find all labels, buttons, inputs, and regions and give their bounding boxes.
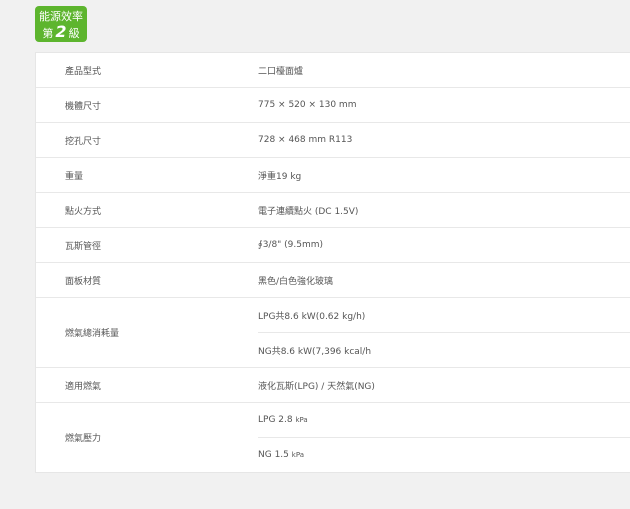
- spec-table: 產品型式 二口檯面爐 機體尺寸 775 × 520 × 130 mm 挖孔尺寸 …: [36, 53, 630, 472]
- pressure-ng-value: NG 1.5: [258, 450, 289, 460]
- spec-value-model: 二口檯面爐: [258, 53, 630, 88]
- table-row: 重量 淨重19 kg: [36, 157, 630, 193]
- spec-table-card: 產品型式 二口檯面爐 機體尺寸 775 × 520 × 130 mm 挖孔尺寸 …: [35, 52, 630, 473]
- spec-value-size: 775 × 520 × 130 mm: [258, 87, 630, 123]
- spec-label-panel: 面板材質: [36, 262, 258, 298]
- table-row: 機體尺寸 775 × 520 × 130 mm: [36, 87, 630, 123]
- spec-value-ignition: 電子連續點火 (DC 1.5V): [258, 192, 630, 228]
- spec-label-size: 機體尺寸: [36, 87, 258, 123]
- pressure-lpg-unit: kPa: [295, 416, 308, 424]
- table-row: 燃氣總消耗量 LPG共8.6 kW(0.62 kg/h): [36, 297, 630, 368]
- spec-value-consumption-lpg: LPG共8.6 kW(0.62 kg/h): [258, 297, 630, 333]
- spec-label-ignition: 點火方式: [36, 192, 258, 228]
- spec-value-consumption-ng: NG共8.6 kW(7,396 kcal/h: [258, 332, 630, 368]
- spec-value-pipe: ∮3/8" (9.5mm): [258, 227, 630, 263]
- spec-label-consumption: 燃氣總消耗量: [36, 297, 258, 368]
- spec-label-fuel: 適用燃氣: [36, 367, 258, 403]
- table-row: 面板材質 黑色/白色強化玻璃: [36, 262, 630, 298]
- spec-value-pressure-lpg: LPG 2.8 kPa: [258, 402, 630, 438]
- level-suffix: 級: [68, 27, 80, 40]
- spec-label-pipe: 瓦斯管徑: [36, 227, 258, 263]
- spec-label-model: 產品型式: [36, 53, 258, 88]
- spec-value-cutout: 728 × 468 mm R113: [258, 122, 630, 158]
- spec-label-weight: 重量: [36, 157, 258, 193]
- pressure-lpg-value: LPG 2.8: [258, 415, 293, 425]
- spec-value-fuel: 液化瓦斯(LPG) / 天然氣(NG): [258, 367, 630, 403]
- spec-label-cutout: 挖孔尺寸: [36, 122, 258, 158]
- table-row: 燃氣壓力 LPG 2.8 kPa: [36, 402, 630, 444]
- level-number: 2: [55, 22, 67, 41]
- table-row: 點火方式 電子連續點火 (DC 1.5V): [36, 192, 630, 228]
- spec-label-pressure: 燃氣壓力: [65, 434, 102, 444]
- level-prefix: 第: [42, 27, 54, 40]
- energy-efficiency-badge: 能源效率 第2級: [35, 6, 87, 42]
- spec-value-pressure-ng: NG 1.5 kPa: [258, 438, 630, 473]
- table-row: 挖孔尺寸 728 × 468 mm R113: [36, 122, 630, 158]
- energy-efficiency-level: 第2級: [35, 24, 87, 41]
- spec-value-weight: 淨重19 kg: [258, 157, 630, 193]
- pressure-ng-unit: kPa: [291, 451, 305, 459]
- table-row: 瓦斯管徑 ∮3/8" (9.5mm): [36, 227, 630, 263]
- table-row: 產品型式 二口檯面爐: [36, 53, 630, 88]
- spec-value-panel: 黑色/白色強化玻璃: [258, 262, 630, 298]
- table-row: 適用燃氣 液化瓦斯(LPG) / 天然氣(NG): [36, 367, 630, 403]
